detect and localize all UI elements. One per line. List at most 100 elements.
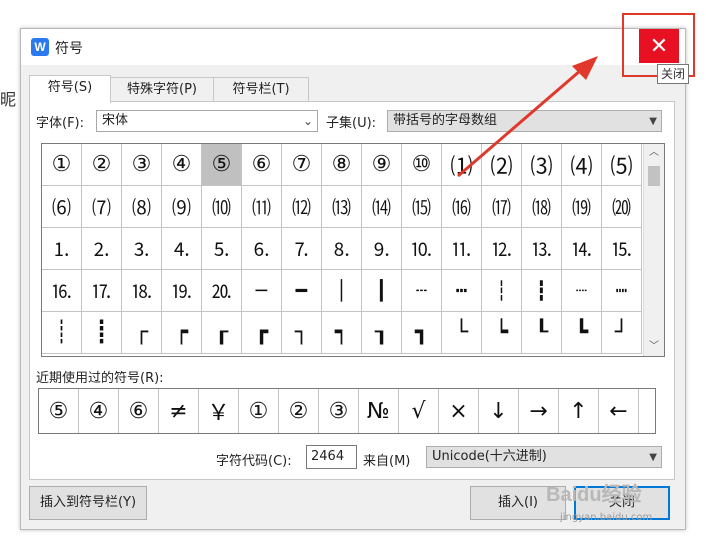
symbol-cell[interactable]: ┎ xyxy=(202,312,242,354)
symbol-cell[interactable]: ⑾ xyxy=(242,186,282,228)
symbol-cell[interactable]: ⑹ xyxy=(42,186,82,228)
encoding-select[interactable]: Unicode(十六进制) ▼ xyxy=(426,446,662,468)
symbol-cell[interactable]: ⑶ xyxy=(522,144,562,186)
symbol-cell[interactable]: ┄ xyxy=(402,270,442,312)
symbol-cell[interactable]: ⒓ xyxy=(482,228,522,270)
char-code-input[interactable]: 2464 xyxy=(306,445,357,469)
tab-symbol-bar[interactable]: 符号栏(T) xyxy=(213,77,309,102)
symbol-cell[interactable]: ⒉ xyxy=(82,228,122,270)
symbol-cell[interactable]: ⒑ xyxy=(402,228,442,270)
symbol-cell[interactable]: ⑻ xyxy=(122,186,162,228)
scroll-up-icon[interactable]: ︿ xyxy=(644,144,664,162)
symbol-cell[interactable]: ┈ xyxy=(562,270,602,312)
symbol-grid-scrollbar[interactable]: ︿ ﹀ xyxy=(643,144,664,356)
symbol-cell[interactable]: ┆ xyxy=(482,270,522,312)
symbol-cell[interactable]: ⒁ xyxy=(362,186,402,228)
symbol-cell[interactable]: ⒔ xyxy=(522,228,562,270)
symbol-cell[interactable]: ② xyxy=(82,144,122,186)
tab-symbols[interactable]: 符号(S) xyxy=(29,75,111,103)
symbol-cell[interactable]: ⑤ xyxy=(202,144,242,186)
symbol-cell[interactable]: ⑵ xyxy=(482,144,522,186)
symbol-cell[interactable]: ┘ xyxy=(602,312,642,354)
subset-select[interactable]: 带括号的字母数组 ▼ xyxy=(387,110,662,132)
scroll-down-icon[interactable]: ﹀ xyxy=(644,338,664,356)
symbol-cell[interactable]: ⒀ xyxy=(322,186,362,228)
symbol-cell[interactable]: ⑸ xyxy=(602,144,642,186)
recent-symbol-cell[interactable]: № xyxy=(359,389,399,433)
symbol-cell[interactable]: ┏ xyxy=(242,312,282,354)
font-select[interactable]: 宋体 ⌄ xyxy=(96,110,318,132)
symbol-cell[interactable]: ┅ xyxy=(442,270,482,312)
insert-to-symbol-bar-button[interactable]: 插入到符号栏(Y) xyxy=(29,486,147,520)
recent-symbol-cell[interactable]: √ xyxy=(399,389,439,433)
symbol-cell[interactable]: ⑩ xyxy=(402,144,442,186)
tab-special-chars[interactable]: 特殊字符(P) xyxy=(109,77,215,102)
symbol-cell[interactable]: ⑼ xyxy=(162,186,202,228)
symbol-cell[interactable]: ⒂ xyxy=(402,186,442,228)
symbol-cell[interactable]: ⒏ xyxy=(322,228,362,270)
symbol-cell[interactable]: └ xyxy=(442,312,482,354)
recent-symbol-cell[interactable]: ← xyxy=(599,389,639,433)
symbol-cell[interactable]: ┌ xyxy=(122,312,162,354)
symbol-cell[interactable]: ⒈ xyxy=(42,228,82,270)
symbol-cell[interactable]: ⑥ xyxy=(242,144,282,186)
symbol-cell[interactable]: ⑧ xyxy=(322,144,362,186)
symbol-cell[interactable]: ⒊ xyxy=(122,228,162,270)
symbol-cell[interactable]: ⒙ xyxy=(122,270,162,312)
symbol-cell[interactable]: ┊ xyxy=(42,312,82,354)
symbol-cell[interactable]: │ xyxy=(322,270,362,312)
recent-symbol-cell[interactable]: × xyxy=(439,389,479,433)
symbol-cell[interactable]: ⒆ xyxy=(562,186,602,228)
recent-symbol-cell[interactable]: → xyxy=(519,389,559,433)
symbol-cell[interactable]: ⑽ xyxy=(202,186,242,228)
symbol-cell[interactable]: ┖ xyxy=(522,312,562,354)
recent-symbol-cell[interactable]: ↓ xyxy=(479,389,519,433)
symbol-cell[interactable]: ⑦ xyxy=(282,144,322,186)
symbol-cell[interactable]: ⒛ xyxy=(202,270,242,312)
symbol-cell[interactable]: ⒋ xyxy=(162,228,202,270)
recent-symbol-cell[interactable]: ④ xyxy=(79,389,119,433)
recent-symbols[interactable]: ⑤ ④ ⑥ ≠ ￥ ① ② ③ № √ × ↓ → ↑ ← xyxy=(38,388,656,434)
symbol-cell[interactable]: ⒕ xyxy=(562,228,602,270)
symbol-cell[interactable]: ┍ xyxy=(162,312,202,354)
symbol-cell[interactable]: ⒇ xyxy=(602,186,642,228)
symbol-cell[interactable]: ⒃ xyxy=(442,186,482,228)
symbol-cell[interactable]: ┒ xyxy=(362,312,402,354)
symbol-cell[interactable]: ┉ xyxy=(602,270,642,312)
scrollbar-thumb[interactable] xyxy=(648,166,660,186)
recent-symbol-cell[interactable]: ￥ xyxy=(199,389,239,433)
symbol-cell[interactable]: ⒐ xyxy=(362,228,402,270)
symbol-cell[interactable]: ⒄ xyxy=(482,186,522,228)
symbol-cell[interactable]: ⑨ xyxy=(362,144,402,186)
symbol-cell[interactable]: ⑿ xyxy=(282,186,322,228)
recent-symbol-cell[interactable]: ≠ xyxy=(159,389,199,433)
symbol-cell[interactable]: ③ xyxy=(122,144,162,186)
recent-symbol-cell[interactable]: ⑤ xyxy=(39,389,79,433)
symbol-cell[interactable]: ④ xyxy=(162,144,202,186)
symbol-cell[interactable]: ⒍ xyxy=(242,228,282,270)
symbol-cell[interactable]: ⒗ xyxy=(42,270,82,312)
symbol-cell[interactable]: ⑷ xyxy=(562,144,602,186)
symbol-cell[interactable]: ┗ xyxy=(562,312,602,354)
symbol-cell[interactable]: ┇ xyxy=(522,270,562,312)
title-bar[interactable]: W 符号 ✕ xyxy=(21,29,685,65)
symbol-cell[interactable]: ⒅ xyxy=(522,186,562,228)
symbol-cell[interactable]: ① xyxy=(42,144,82,186)
symbol-cell[interactable]: ⒘ xyxy=(82,270,122,312)
symbol-cell[interactable]: ─ xyxy=(242,270,282,312)
recent-symbol-cell[interactable]: ① xyxy=(239,389,279,433)
symbol-cell[interactable]: ┃ xyxy=(362,270,402,312)
symbol-cell[interactable]: ⒚ xyxy=(162,270,202,312)
recent-symbol-cell[interactable]: ③ xyxy=(319,389,359,433)
symbol-cell[interactable]: ┐ xyxy=(282,312,322,354)
symbol-grid[interactable]: ①②③④⑤⑥⑦⑧⑨⑩⑴⑵⑶⑷⑸ ⑹⑺⑻⑼⑽⑾⑿⒀⒁⒂⒃⒄⒅⒆⒇ ⒈⒉⒊⒋⒌⒍⒎⒏⒐⒑… xyxy=(41,143,665,357)
symbol-cell[interactable]: ┓ xyxy=(402,312,442,354)
symbol-cell[interactable]: ⒎ xyxy=(282,228,322,270)
symbol-cell[interactable]: ┕ xyxy=(482,312,522,354)
recent-symbol-cell[interactable]: ⑥ xyxy=(119,389,159,433)
symbol-cell[interactable]: ⒖ xyxy=(602,228,642,270)
symbol-cell[interactable]: ⒒ xyxy=(442,228,482,270)
symbol-cell[interactable]: ┑ xyxy=(322,312,362,354)
recent-symbol-cell[interactable]: ↑ xyxy=(559,389,599,433)
symbol-cell[interactable]: ⑺ xyxy=(82,186,122,228)
